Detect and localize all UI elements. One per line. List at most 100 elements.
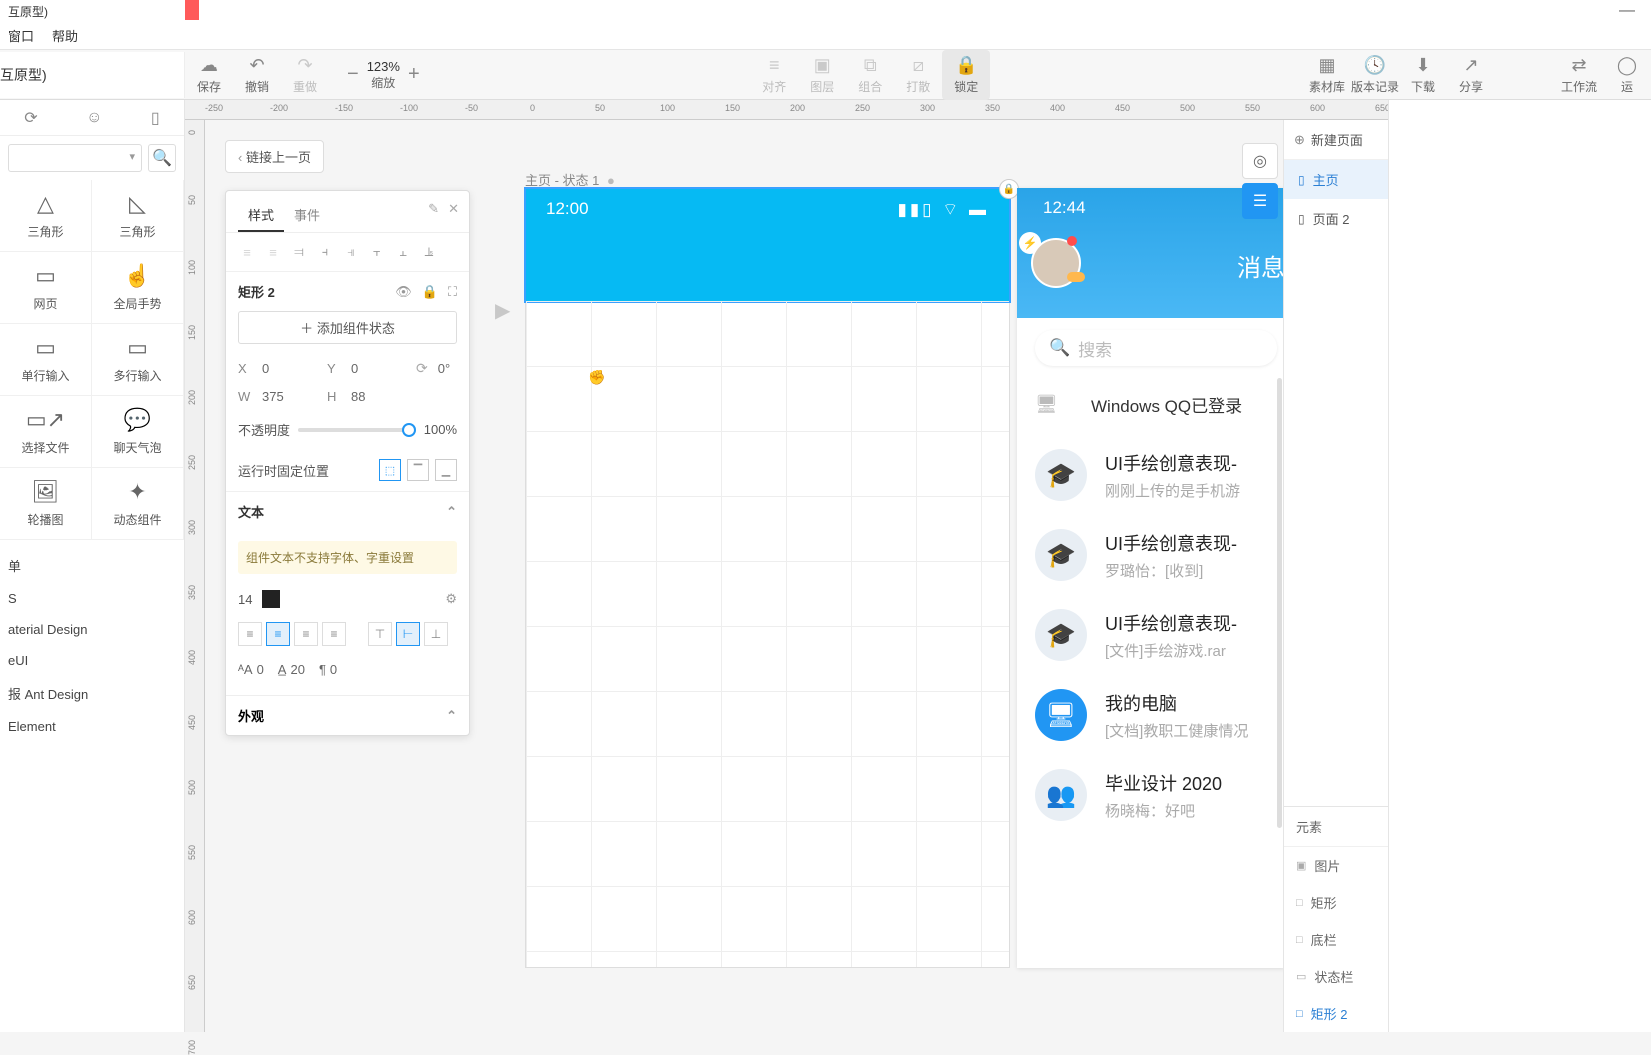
tab-components-icon[interactable]: ⟳ [24, 108, 37, 128]
ungroup-button[interactable]: ⧄打散 [894, 50, 942, 100]
page-home[interactable]: ▯主页 [1284, 160, 1388, 199]
new-page-button[interactable]: ⊕新建页面 [1284, 120, 1388, 160]
save-button[interactable]: ☁保存 [185, 50, 233, 100]
collapse-appearance-icon[interactable]: ⌃ [446, 708, 457, 724]
zoom-value[interactable]: 123% [367, 59, 400, 74]
assets-button[interactable]: ▦素材库 [1303, 50, 1351, 100]
link-previous-page-button[interactable]: 链接上一页 [225, 140, 324, 173]
tab-emoji-icon[interactable]: ☺ [86, 109, 102, 127]
chat-row[interactable]: 🎓UI手绘创意表现-罗璐怡：[收到] [1017, 515, 1285, 595]
undo-button[interactable]: ↶撤销 [233, 50, 281, 100]
align-bottom-icon[interactable]: ⫡ [418, 241, 440, 263]
lock-handle-icon[interactable]: 🔒 [999, 179, 1019, 199]
redo-button[interactable]: ↷重做 [281, 50, 329, 100]
lib-item[interactable]: aterial Design [8, 614, 184, 645]
opacity-value[interactable]: 100% [424, 422, 457, 437]
search-button[interactable]: 🔍 [148, 144, 176, 172]
align-left2-icon[interactable]: ⫤ [288, 241, 310, 263]
component-选择文件[interactable]: ▭↗选择文件 [0, 396, 92, 468]
chat-row[interactable]: 🖥我的电脑[文档]教职工健康情况 [1017, 675, 1285, 755]
line-height-value[interactable]: 20 [290, 662, 304, 677]
run-button[interactable]: ◯运 [1603, 50, 1651, 100]
text-valign-middle-icon[interactable]: ⊢ [396, 622, 420, 646]
chat-row[interactable]: 🎓UI手绘创意表现-刚刚上传的是手机游 [1017, 435, 1285, 515]
text-align-right-icon[interactable]: ≡ [294, 622, 318, 646]
settings-tool-button[interactable]: ☰ [1242, 183, 1278, 219]
element-item[interactable]: □底栏 [1284, 921, 1388, 958]
align-top-icon[interactable]: ⫟ [366, 241, 388, 263]
fix-bottom-button[interactable]: ▁ [435, 459, 457, 481]
text-valign-bottom-icon[interactable]: ⊥ [424, 622, 448, 646]
lock-button[interactable]: 🔒锁定 [942, 50, 990, 100]
fix-none-button[interactable]: ⬚ [379, 459, 401, 481]
artboard-reference[interactable]: 12:44 ⚡ 消息 🔍 搜索 🖥 Windows QQ已登录 🎓UI手绘创意表… [1017, 188, 1285, 968]
lib-item[interactable]: Element [8, 711, 184, 742]
zoom-out-button[interactable]: − [339, 63, 367, 86]
lib-item[interactable]: 报 Ant Design [8, 676, 184, 711]
page-2[interactable]: ▯页面 2 [1284, 199, 1388, 238]
component-三角形[interactable]: ◺三角形 [92, 180, 184, 252]
fix-top-button[interactable]: ▔ [407, 459, 429, 481]
workflow-button[interactable]: ⇄工作流 [1555, 50, 1603, 100]
text-color-swatch[interactable] [262, 590, 280, 608]
element-item[interactable]: ▭状态栏 [1284, 958, 1388, 995]
rotation-value[interactable]: 0° [438, 361, 450, 376]
text-valign-top-icon[interactable]: ⊤ [368, 622, 392, 646]
close-panel-icon[interactable]: ✕ [448, 201, 459, 217]
component-单行输入[interactable]: ▭单行输入 [0, 324, 92, 396]
element-item[interactable]: ▣图片 [1284, 847, 1388, 884]
component-多行输入[interactable]: ▭多行输入 [92, 324, 184, 396]
align-center-h-icon[interactable]: ≡ [262, 241, 284, 263]
share-button[interactable]: ↗分享 [1447, 50, 1495, 100]
zoom-in-button[interactable]: + [400, 63, 428, 86]
align-right-icon[interactable]: ⫣ [340, 241, 362, 263]
download-button[interactable]: ⬇下载 [1399, 50, 1447, 100]
layers-button[interactable]: ▣图层 [798, 50, 846, 100]
tab-templates-icon[interactable]: ▯ [151, 108, 160, 128]
font-size-value[interactable]: 14 [238, 592, 252, 607]
component-聊天气泡[interactable]: 💬聊天气泡 [92, 396, 184, 468]
component-全局手势[interactable]: ☝全局手势 [92, 252, 184, 324]
component-网页[interactable]: ▭网页 [0, 252, 92, 324]
menu-window[interactable]: 窗口 [8, 26, 34, 45]
align-center-icon[interactable]: ⫞ [314, 241, 336, 263]
login-status-row[interactable]: 🖥 Windows QQ已登录 [1017, 374, 1285, 435]
pin-icon[interactable]: ✎ [428, 201, 439, 217]
h-value[interactable]: 88 [351, 389, 406, 404]
text-align-justify-icon[interactable]: ≡ [322, 622, 346, 646]
text-settings-icon[interactable]: ⚙ [445, 591, 457, 607]
selected-rect-header[interactable]: 🔒 12:00 ▮▮▯ ⌔ ▬ [526, 189, 1009, 301]
chat-row[interactable]: 👥毕业设计 2020杨晓梅：好吧 [1017, 755, 1285, 835]
artboard-title[interactable]: 主页 - 状态 1 ● [525, 170, 615, 189]
chat-row[interactable]: 🎓UI手绘创意表现-[文件]手绘游戏.rar [1017, 595, 1285, 675]
x-value[interactable]: 0 [262, 361, 317, 376]
align-left-icon[interactable]: ≡ [236, 241, 258, 263]
target-tool-button[interactable]: ◎ [1242, 143, 1278, 179]
lib-item[interactable]: S [8, 583, 184, 614]
opacity-slider[interactable] [298, 428, 416, 432]
component-动态组件[interactable]: ✦动态组件 [92, 468, 184, 540]
history-button[interactable]: 🕓版本记录 [1351, 50, 1399, 100]
component-category-select[interactable] [8, 144, 142, 172]
element-item[interactable]: □矩形 2 [1284, 995, 1388, 1032]
menu-help[interactable]: 帮助 [52, 26, 78, 45]
expand-icon[interactable]: ⛶ [448, 284, 457, 300]
align-middle-icon[interactable]: ⫠ [392, 241, 414, 263]
search-bar[interactable]: 🔍 搜索 [1035, 330, 1277, 366]
component-轮播图[interactable]: 🖼轮播图 [0, 468, 92, 540]
component-三角形[interactable]: △三角形 [0, 180, 92, 252]
artboard-main[interactable]: 🔒 12:00 ▮▮▯ ⌔ ▬ ✊ [525, 188, 1010, 968]
tab-event[interactable]: 事件 [284, 199, 330, 232]
minimize-button[interactable]: — [1611, 2, 1643, 20]
y-value[interactable]: 0 [351, 361, 406, 376]
lib-item[interactable]: 单 [8, 548, 184, 583]
add-component-state-button[interactable]: ＋ 添加组件状态 [238, 311, 457, 344]
tab-style[interactable]: 样式 [238, 199, 284, 232]
letter-spacing-value[interactable]: 0 [257, 662, 264, 677]
lock-small-icon[interactable]: 🔒 [422, 284, 438, 300]
collapse-text-icon[interactable]: ⌃ [446, 504, 457, 520]
text-align-left-icon[interactable]: ≡ [238, 622, 262, 646]
align-button[interactable]: ≡对齐 [750, 50, 798, 100]
scrollbar[interactable] [1277, 378, 1282, 828]
lib-item[interactable]: eUI [8, 645, 184, 676]
